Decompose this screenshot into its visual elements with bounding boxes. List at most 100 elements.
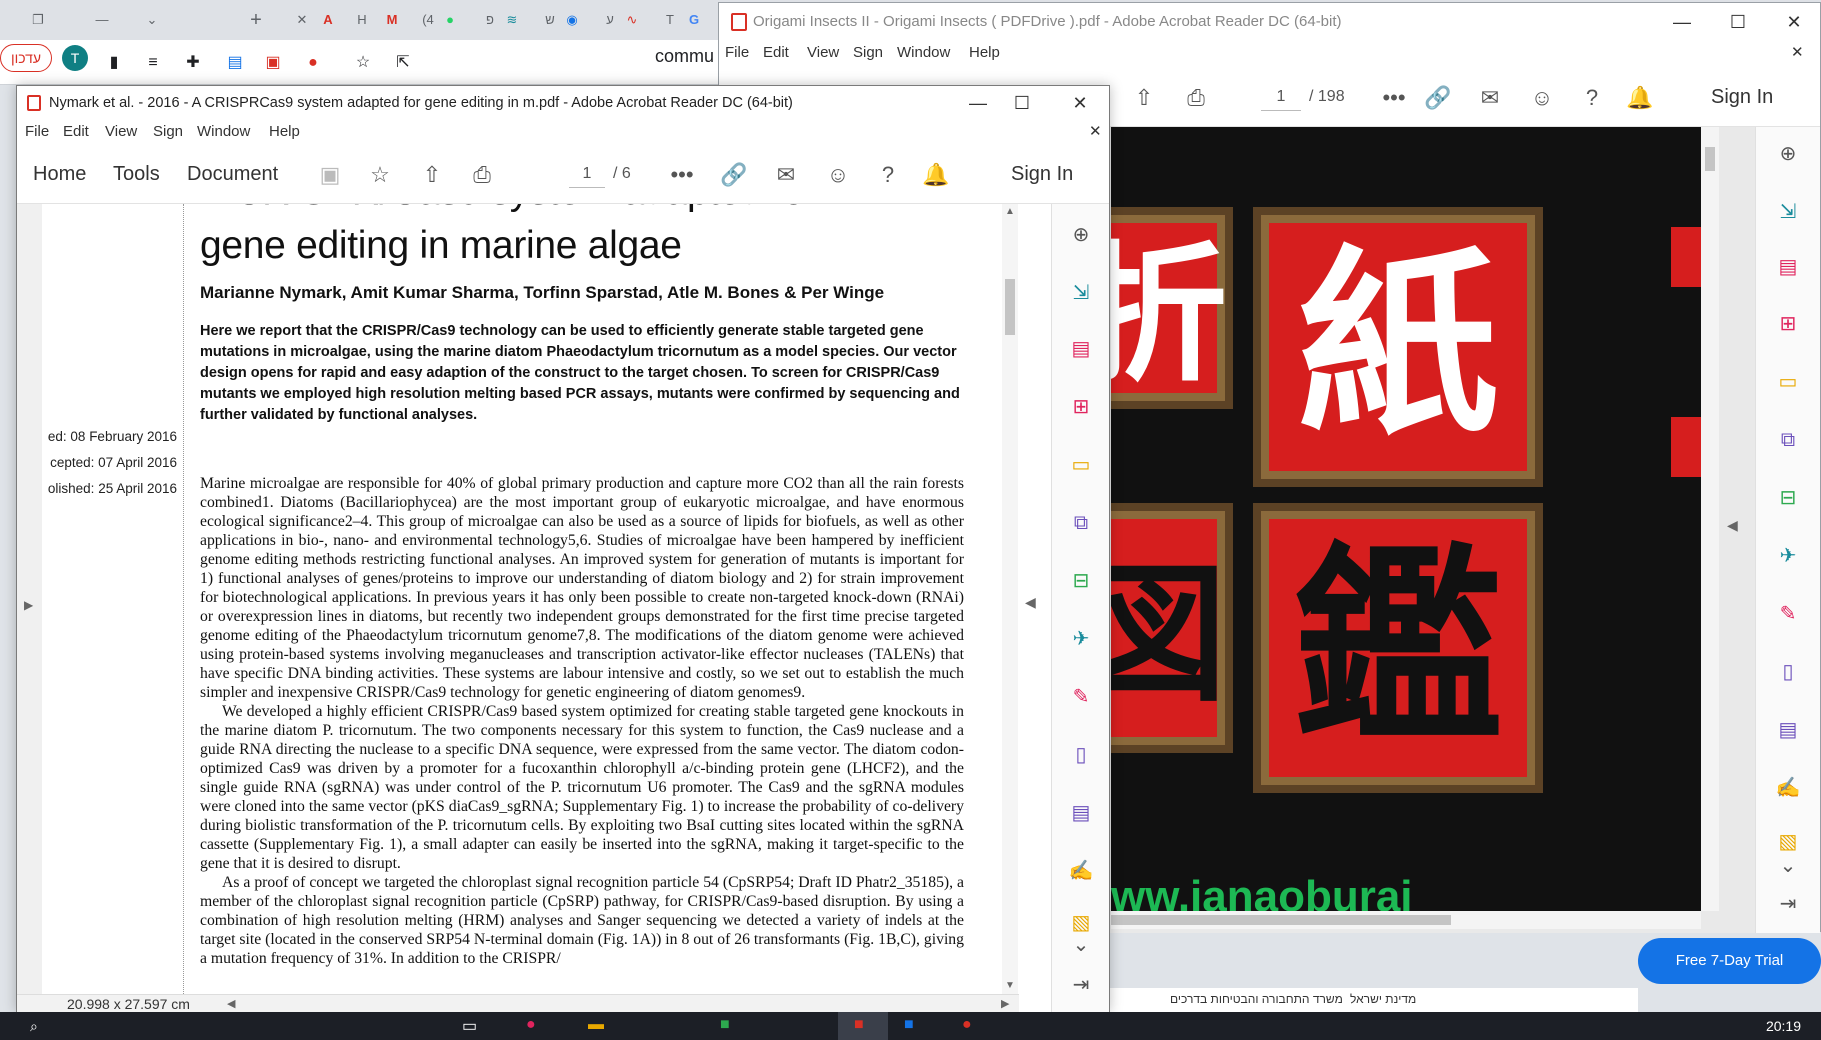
tab-favicon[interactable]: (4 [418, 10, 438, 30]
app-icon[interactable]: ■ [904, 1016, 914, 1034]
close-button[interactable]: ✕ [1057, 86, 1103, 120]
scroll-down-arrow[interactable]: ▼ [1005, 980, 1015, 991]
help-icon[interactable]: ? [1577, 83, 1607, 113]
comment-icon[interactable]: ▭ [1773, 367, 1803, 397]
document-view[interactable]: ▶ ed: 08 February 2016 cepted: 07 April … [17, 204, 1051, 1012]
google-tab-icon[interactable]: G [684, 10, 704, 30]
close-document-icon[interactable]: ✕ [1791, 41, 1804, 65]
print-icon[interactable]: ⎙ [467, 160, 497, 190]
add-user-icon[interactable]: ☺ [1527, 83, 1557, 113]
menu-edit[interactable]: Edit [63, 120, 89, 144]
email-icon[interactable]: ✉ [1475, 83, 1505, 113]
menu-sign[interactable]: Sign [153, 120, 183, 144]
email-icon[interactable]: ✉ [771, 160, 801, 190]
sign-in-button[interactable]: Sign In [1011, 144, 1073, 204]
organize-pages-icon[interactable]: ▤ [1773, 252, 1803, 282]
compress-icon[interactable]: ⊟ [1066, 566, 1096, 596]
new-tab-icon[interactable]: + [246, 10, 266, 30]
extension-badge-icon[interactable]: ● [302, 52, 324, 74]
acrobat-taskbar-icon[interactable]: ■ [854, 1016, 864, 1034]
app-icon[interactable]: ● [962, 1016, 972, 1034]
scrollbar-thumb[interactable] [1111, 915, 1451, 925]
chart-tab-icon[interactable]: ∿ [622, 10, 642, 30]
minimize-button[interactable]: — [955, 86, 1001, 120]
sign-icon[interactable]: ✍ [1066, 856, 1096, 886]
expand-panel-arrow[interactable]: ▶ [24, 598, 33, 612]
export-pdf-icon[interactable]: ⇲ [1773, 197, 1803, 227]
save-icon[interactable]: ▣ [315, 160, 345, 190]
help-icon[interactable]: ? [873, 160, 903, 190]
zoom-icon[interactable]: ⊕ [1066, 220, 1096, 250]
tab-favicon[interactable]: T [660, 10, 680, 30]
sign-in-button[interactable]: Sign In [1711, 67, 1773, 127]
extensions-icon[interactable]: ✚ [182, 52, 204, 74]
notification-bell-icon[interactable]: 🔔 [921, 160, 951, 190]
page-number-input[interactable]: 1 [569, 160, 605, 188]
update-button[interactable]: עדכון [0, 44, 52, 72]
menu-help[interactable]: Help [269, 120, 300, 144]
share-icon[interactable]: ⇱ [392, 52, 414, 74]
taskview-icon[interactable]: ▭ [462, 1016, 477, 1036]
bookmark-star-icon[interactable]: ☆ [365, 160, 395, 190]
bookmark-star-icon[interactable]: ☆ [352, 52, 374, 74]
tab-tools[interactable]: Tools [113, 144, 160, 204]
export-pdf-icon[interactable]: ⇲ [1066, 278, 1096, 308]
menu-window[interactable]: Window [197, 120, 250, 144]
maximize-button[interactable]: ☐ [999, 86, 1045, 120]
free-trial-button[interactable]: Free 7-Day Trial [1638, 938, 1821, 984]
more-icon[interactable]: ••• [667, 160, 697, 190]
combine-files-icon[interactable]: ⧉ [1773, 425, 1803, 455]
combine-files-icon[interactable]: ⧉ [1066, 508, 1096, 538]
menu-file[interactable]: File [25, 120, 49, 144]
whatsapp-tab-icon[interactable]: ● [440, 10, 460, 30]
horizontal-scrollbar[interactable] [1111, 911, 1701, 929]
tab-home[interactable]: Home [33, 144, 86, 204]
menu-window[interactable]: Window [897, 41, 950, 65]
menu-sign[interactable]: Sign [853, 41, 883, 65]
protect-icon[interactable]: ▯ [1066, 740, 1096, 770]
app-icon[interactable]: ● [526, 1016, 536, 1034]
redact-icon[interactable]: ▤ [1773, 715, 1803, 745]
share-link-icon[interactable]: 🔗 [719, 160, 749, 190]
tab-favicon[interactable]: פ [480, 10, 500, 30]
scrollbar-thumb[interactable] [1005, 279, 1015, 335]
scroll-up-arrow[interactable]: ▲ [1005, 206, 1015, 217]
tab-favicon[interactable]: H [352, 10, 372, 30]
tab-favicon-teal[interactable]: ≋ [502, 10, 522, 30]
send-for-review-icon[interactable]: ✈ [1773, 541, 1803, 571]
fill-sign-icon[interactable]: ✎ [1773, 599, 1803, 629]
maximize-button[interactable]: ☐ [1715, 5, 1761, 39]
minimize-icon[interactable]: — [92, 10, 112, 30]
explorer-icon[interactable]: ▬ [588, 1016, 604, 1034]
vertical-scrollbar[interactable] [1701, 127, 1719, 911]
menu-file[interactable]: File [725, 41, 749, 65]
share-link-icon[interactable]: 🔗 [1423, 83, 1453, 113]
chevron-down-icon[interactable]: ⌄ [1773, 851, 1803, 881]
gmail-tab-icon[interactable]: M [382, 10, 402, 30]
more-icon[interactable]: ••• [1379, 83, 1409, 113]
menu-view[interactable]: View [807, 41, 839, 65]
compress-icon[interactable]: ⊟ [1773, 483, 1803, 513]
scrollbar-thumb[interactable] [1705, 147, 1715, 171]
chevron-down-icon[interactable]: ⌄ [1066, 930, 1096, 960]
scroll-left-arrow[interactable]: ◀ [227, 997, 235, 1010]
menu-view[interactable]: View [105, 120, 137, 144]
vertical-scrollbar[interactable]: ▲ ▼ [1002, 204, 1018, 994]
fill-sign-icon[interactable]: ✎ [1066, 682, 1096, 712]
close-document-icon[interactable]: ✕ [1089, 120, 1102, 144]
acrobat-tab-icon[interactable]: A [318, 10, 338, 30]
avatar[interactable]: T [62, 45, 88, 71]
comment-icon[interactable]: ▭ [1066, 450, 1096, 480]
collapse-panel-icon[interactable]: ⇥ [1773, 889, 1803, 919]
chevron-down-icon[interactable]: ⌄ [142, 10, 162, 30]
app-icon[interactable]: ■ [720, 1016, 730, 1034]
create-pdf-icon[interactable]: ⊞ [1773, 309, 1803, 339]
scroll-right-arrow[interactable]: ▶ [1001, 997, 1009, 1010]
page-number-input[interactable]: 1 [1261, 83, 1301, 111]
close-tab-icon[interactable]: ✕ [292, 10, 312, 30]
tab-document[interactable]: Document [187, 144, 278, 204]
close-button[interactable]: ✕ [1771, 5, 1817, 39]
collapse-panel-arrow[interactable]: ◀ [1025, 594, 1036, 611]
window-restore-icon[interactable]: ❐ [28, 10, 48, 30]
upload-icon[interactable]: ⇧ [1129, 83, 1159, 113]
